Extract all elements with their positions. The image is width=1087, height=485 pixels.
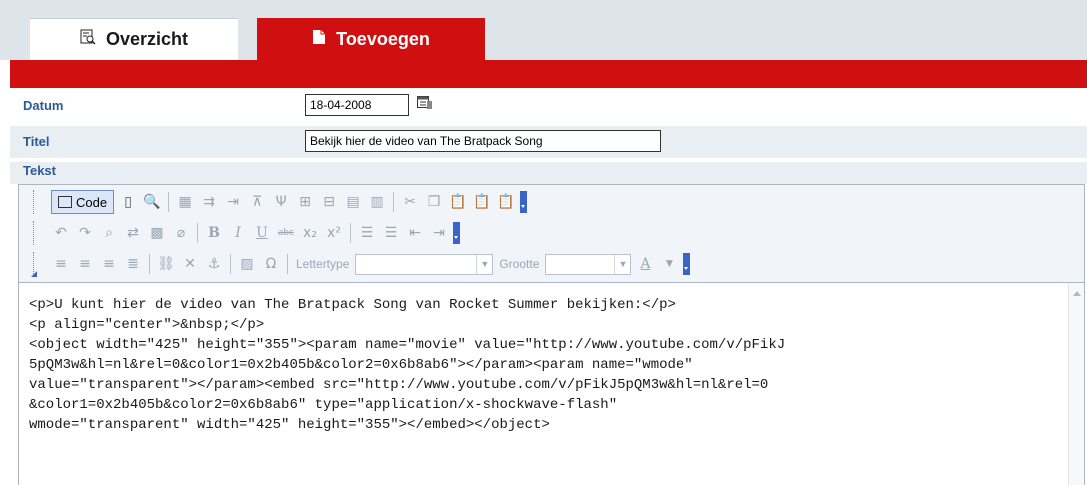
underline-icon[interactable]: U — [252, 223, 272, 243]
paste-text-icon[interactable]: 📋 — [472, 192, 492, 212]
datum-row: Datum 18-04-2008 — [10, 90, 1087, 122]
select-all-icon[interactable]: ▩ — [147, 223, 167, 243]
new-page-icon[interactable]: ▯ — [118, 192, 138, 212]
code-line: &color1=0x2b405b&color2=0x6b8ab6" type="… — [29, 397, 618, 413]
rich-text-editor: Code ▯ 🔍 ▦ ⇉ ⇥ ⊼ Ψ ⊞ ⊟ ▤ ▥ ✂ ❐ 📋 📋 📋 ↶ ↷… — [18, 184, 1085, 485]
chevron-down-icon: ▼ — [476, 254, 492, 274]
special-char-icon[interactable]: Ω — [261, 254, 281, 274]
tekst-row: Tekst — [10, 162, 1087, 184]
code-line: <p>U kunt hier de video van The Bratpack… — [29, 297, 676, 313]
superscript-icon[interactable]: x² — [324, 223, 344, 243]
align-justify-icon[interactable]: ≣ — [123, 254, 143, 274]
redo-icon[interactable]: ↷ — [75, 223, 95, 243]
calendar-icon[interactable] — [417, 96, 433, 110]
toolbar-separator — [230, 254, 231, 274]
titel-field[interactable]: Bekijk hier de video van The Bratpack So… — [305, 130, 661, 152]
cut-icon[interactable]: ✂ — [400, 192, 420, 212]
bold-icon[interactable]: B — [204, 223, 224, 243]
copy-icon[interactable]: ❐ — [424, 192, 444, 212]
undo-icon[interactable]: ↶ — [51, 223, 71, 243]
toolbar-grip[interactable] — [33, 190, 36, 214]
tab-label: Toevoegen — [336, 28, 430, 49]
toolbar-separator — [287, 254, 288, 274]
code-line: <object width="425" height="355"><param … — [29, 337, 786, 353]
document-icon — [312, 29, 326, 50]
scroll-up-icon[interactable] — [1073, 291, 1081, 296]
split-cell-icon[interactable]: ⊟ — [319, 192, 339, 212]
table-properties-icon[interactable]: ▤ — [343, 192, 363, 212]
insert-table-icon[interactable]: ▦ — [175, 192, 195, 212]
toolbar-separator — [168, 192, 170, 212]
preview-icon[interactable]: 🔍 — [142, 192, 162, 212]
paste-word-icon[interactable]: 📋 — [496, 192, 516, 212]
merge-cells-icon[interactable]: ⊞ — [295, 192, 315, 212]
ordered-list-icon[interactable]: ☰ — [357, 223, 377, 243]
toolbar-separator — [149, 254, 150, 274]
code-button-label: Code — [76, 194, 108, 210]
resize-corner-icon[interactable] — [31, 271, 37, 277]
size-label: Grootte — [499, 257, 540, 271]
code-line: <p align="center">&nbsp;</p> — [29, 317, 265, 333]
align-center-icon[interactable]: ≡ — [75, 254, 95, 274]
chevron-down-icon[interactable]: ▼ — [659, 254, 679, 274]
titel-row: Titel Bekijk hier de video van The Bratp… — [10, 126, 1087, 158]
search-list-icon — [80, 29, 96, 50]
outdent-icon[interactable]: ⇤ — [405, 223, 425, 243]
font-select[interactable]: ▼ — [355, 253, 494, 275]
remove-format-icon[interactable]: ⌀ — [171, 223, 191, 243]
toolbar-overflow-button[interactable] — [683, 253, 691, 275]
vertical-scrollbar[interactable] — [1068, 283, 1084, 485]
code-button[interactable]: Code — [51, 190, 115, 214]
image-icon[interactable]: ▨ — [237, 254, 257, 274]
tab-overzicht[interactable]: Overzicht — [30, 18, 238, 60]
replace-icon[interactable]: ⇄ — [123, 223, 143, 243]
toolbar-row-2: ↶ ↷ ⌕ ⇄ ▩ ⌀ B I U abc x₂ x² ☰ ☰ ⇤ ⇥ — [51, 219, 460, 247]
tab-label: Overzicht — [105, 29, 189, 49]
toolbar-overflow-button[interactable] — [453, 222, 460, 244]
code-editor-area[interactable]: <p>U kunt hier de video van The Bratpack… — [19, 283, 1084, 485]
delete-column-icon[interactable]: Ψ — [271, 192, 291, 212]
code-line: wmode="transparent" width="425" height="… — [29, 417, 550, 433]
indent-icon[interactable]: ⇥ — [429, 223, 449, 243]
tekst-label: Tekst — [23, 163, 56, 178]
toolbar-separator — [350, 223, 351, 243]
find-icon[interactable]: ⌕ — [99, 223, 119, 243]
delete-row-icon[interactable]: ⊼ — [247, 192, 267, 212]
toolbar-separator — [197, 223, 198, 243]
paste-icon[interactable]: 📋 — [448, 192, 468, 212]
tab-bar: Overzicht Toevoegen — [0, 0, 1087, 60]
header-bar — [10, 60, 1087, 88]
toolbar-row-1: Code ▯ 🔍 ▦ ⇉ ⇥ ⊼ Ψ ⊞ ⊟ ▤ ▥ ✂ ❐ 📋 📋 📋 — [51, 188, 528, 216]
code-view-icon — [58, 196, 72, 208]
code-line: value="transparent"></param><embed src="… — [29, 377, 769, 393]
toolbar-overflow-button[interactable] — [520, 191, 528, 213]
chevron-down-icon: ▼ — [614, 254, 630, 274]
toolbar-grip[interactable] — [33, 221, 36, 245]
size-select[interactable]: ▼ — [545, 253, 632, 275]
cell-properties-icon[interactable]: ▥ — [367, 192, 387, 212]
unlink-icon[interactable]: ✕ — [180, 254, 200, 274]
datum-field[interactable]: 18-04-2008 — [305, 94, 409, 116]
insert-column-icon[interactable]: ⇥ — [223, 192, 243, 212]
toolbar-separator — [393, 192, 395, 212]
code-line: 5pQM3w&hl=nl&rel=0&color1=0x2b405b&color… — [29, 357, 693, 373]
text-color-icon[interactable]: A — [635, 254, 655, 274]
subscript-icon[interactable]: x₂ — [300, 223, 320, 243]
font-label: Lettertype — [296, 257, 350, 271]
editor-toolbars: Code ▯ 🔍 ▦ ⇉ ⇥ ⊼ Ψ ⊞ ⊟ ▤ ▥ ✂ ❐ 📋 📋 📋 ↶ ↷… — [19, 185, 1084, 283]
strikethrough-icon[interactable]: abc — [276, 223, 296, 243]
unordered-list-icon[interactable]: ☰ — [381, 223, 401, 243]
link-icon[interactable]: ⛓ — [156, 254, 176, 274]
align-right-icon[interactable]: ≡ — [99, 254, 119, 274]
italic-icon[interactable]: I — [228, 223, 248, 243]
insert-row-icon[interactable]: ⇉ — [199, 192, 219, 212]
datum-label: Datum — [23, 98, 64, 113]
toolbar-row-3: ≡ ≡ ≡ ≣ ⛓ ✕ ⚓ ▨ Ω Lettertype ▼ Grootte ▼… — [51, 250, 691, 278]
align-left-icon[interactable]: ≡ — [51, 254, 71, 274]
anchor-icon[interactable]: ⚓ — [204, 254, 224, 274]
tab-toevoegen[interactable]: Toevoegen — [257, 18, 485, 60]
titel-label: Titel — [23, 134, 50, 149]
